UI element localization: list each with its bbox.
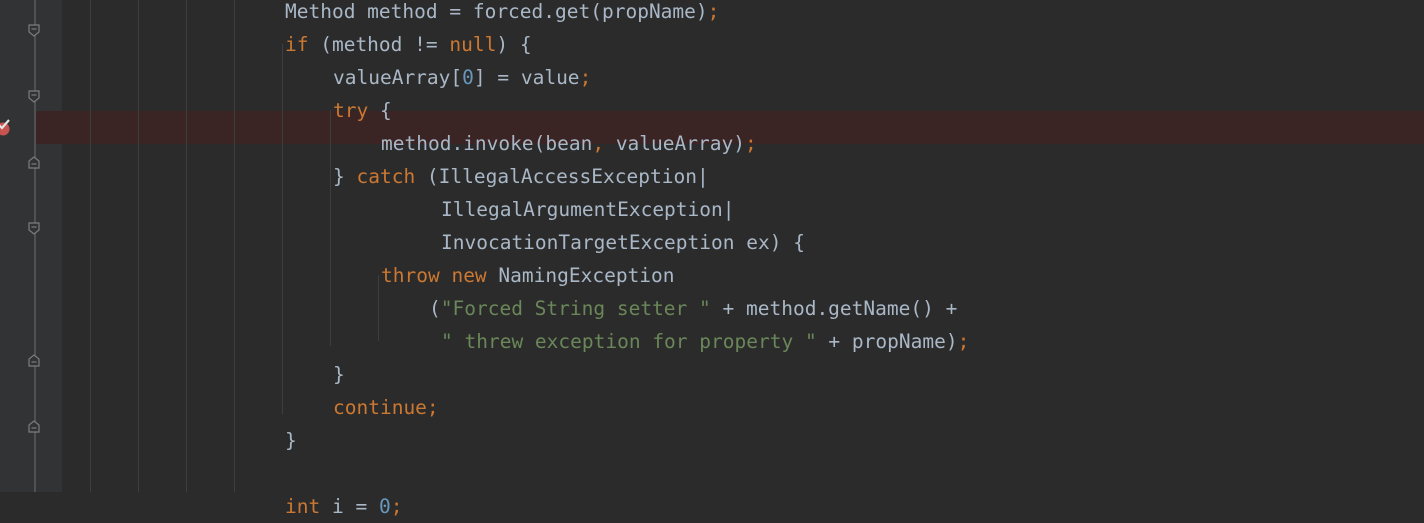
code-token: throw (381, 264, 440, 287)
code-line[interactable]: IllegalArgumentException| (441, 193, 735, 226)
code-token: try (333, 99, 369, 122)
indent-guide (378, 275, 379, 341)
indent-guide (330, 110, 331, 346)
code-token: catch (356, 165, 416, 188)
code-line[interactable]: try { (333, 94, 392, 127)
code-token: new (451, 264, 487, 287)
indent-guide (282, 44, 283, 414)
code-token: } (333, 165, 357, 188)
code-line[interactable]: } (285, 424, 297, 457)
code-token: , (592, 132, 605, 155)
code-token: ] = value (473, 66, 580, 89)
code-token: ; (707, 0, 720, 23)
code-token: ; (744, 132, 757, 155)
code-line[interactable]: int i = 0; (285, 490, 402, 523)
code-token: ; (957, 330, 970, 353)
fold-close-icon[interactable] (28, 354, 40, 367)
code-line[interactable]: throw new NamingException (381, 259, 675, 292)
code-token: continue (333, 396, 427, 419)
code-token: valueArray) (604, 132, 745, 155)
code-line[interactable]: } catch (IllegalAccessException| (333, 160, 709, 193)
code-token: null (449, 33, 497, 56)
code-token: i = (320, 495, 379, 518)
fold-open-icon[interactable] (28, 90, 40, 103)
code-token: Method method = forced.get(propName) (285, 0, 708, 23)
code-token: (method != (308, 33, 450, 56)
code-token: (IllegalAccessException| (415, 165, 709, 188)
fold-close-icon[interactable] (28, 156, 40, 169)
code-line[interactable]: " threw exception for property " + propN… (441, 325, 969, 358)
code-line[interactable]: continue; (333, 391, 439, 424)
code-token: ; (579, 66, 592, 89)
code-token: } (333, 363, 345, 386)
code-token: { (368, 99, 392, 122)
code-line[interactable]: InvocationTargetException ex) { (441, 226, 805, 259)
code-line[interactable]: ("Forced String setter " + method.getNam… (429, 292, 957, 325)
indent-guide (90, 0, 91, 492)
code-line[interactable]: valueArray[0] = value; (333, 61, 591, 94)
code-token: if (285, 33, 309, 56)
code-token: 0 (378, 495, 391, 518)
code-line[interactable]: method.invoke(bean, valueArray); (381, 127, 757, 160)
code-token: InvocationTargetException ex) { (441, 231, 805, 254)
code-token: method.invoke(bean (381, 132, 593, 155)
code-token: + propName) (816, 330, 958, 353)
code-token: 0 (462, 66, 474, 89)
code-editor[interactable]: Method method = forced.get(propName); if … (0, 0, 1424, 518)
fold-close-icon[interactable] (28, 420, 40, 433)
code-token: ; (426, 396, 439, 419)
indent-guide (186, 0, 187, 492)
code-line[interactable]: if (method != null) { (285, 28, 532, 61)
code-token: int (285, 495, 321, 518)
indent-guide (138, 0, 139, 492)
code-token: } (285, 429, 297, 452)
fold-open-icon[interactable] (28, 24, 40, 37)
code-token: valueArray[ (333, 66, 463, 89)
code-token: + method.getName() + (710, 297, 958, 320)
code-token: " threw exception for property " (441, 330, 817, 353)
code-token: ( (429, 297, 441, 320)
indent-guide (234, 0, 235, 492)
code-line[interactable]: Method method = forced.get(propName); (285, 0, 719, 28)
code-token: ) { (496, 33, 532, 56)
code-token: IllegalArgumentException| (441, 198, 735, 221)
code-token: "Forced String setter " (440, 297, 711, 320)
code-token: ; (390, 495, 403, 518)
fold-open-icon[interactable] (28, 222, 40, 235)
code-token: NamingException (486, 264, 675, 287)
code-line[interactable]: } (333, 358, 345, 391)
